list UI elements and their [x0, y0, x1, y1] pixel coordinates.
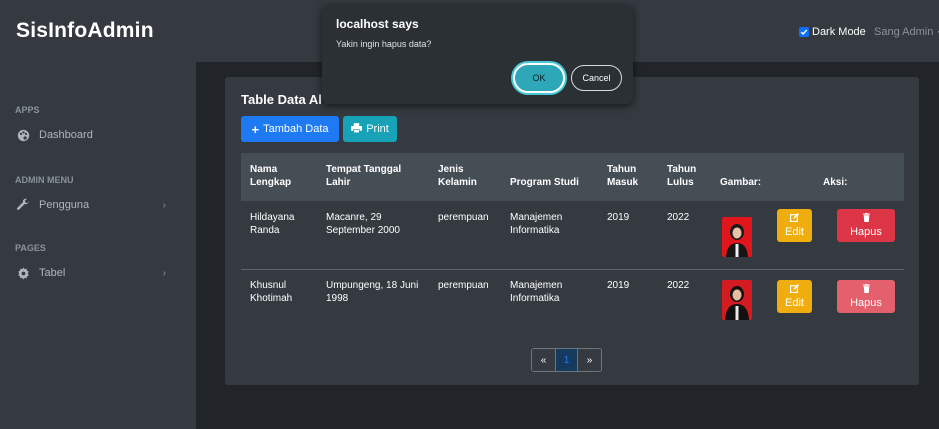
cell-ttl: Umpungeng, 18 Juni 1998 [326, 280, 419, 304]
checkbox-checked-icon[interactable] [799, 27, 809, 37]
header-masuk: Tahun Masuk [607, 164, 639, 188]
user-name: Sang Admin [874, 26, 934, 38]
header-aksi: Aksi: [823, 177, 848, 188]
edit-label: Edit [785, 225, 804, 238]
header-gambar: Gambar: [720, 177, 762, 188]
cell-prodi: Manajemen Informatika [510, 212, 563, 236]
brand-logo[interactable]: SisInfoAdmin [0, 0, 196, 62]
cell-masuk: 2019 [607, 212, 630, 223]
sidebar: SisInfoAdmin APPS Dashboard ADMIN MENU P… [0, 0, 196, 429]
printer-icon [351, 122, 363, 136]
sidebar-heading-admin-menu: ADMIN MENU [15, 175, 74, 185]
palette-icon [15, 128, 31, 142]
header-nama: Nama Lengkap [250, 164, 292, 188]
add-data-button[interactable]: + Tambah Data [241, 116, 339, 142]
sidebar-heading-apps: APPS [15, 105, 40, 115]
cell-ttl: Macanre, 29 September 2000 [326, 212, 400, 236]
cell-masuk: 2019 [607, 280, 630, 291]
pagination: « 1 » [531, 348, 602, 372]
print-label: Print [366, 123, 389, 135]
dialog-message: Yakin ingin hapus data? [336, 39, 432, 49]
header-prodi: Program Studi [510, 177, 579, 188]
student-photo [722, 217, 752, 257]
plus-icon: + [251, 121, 260, 137]
sidebar-item-label: Pengguna [39, 199, 90, 211]
delete-label: Hapus [850, 296, 882, 309]
data-card: Table Data Al + Tambah Data Print Nama L… [225, 77, 919, 385]
student-photo [722, 280, 752, 320]
cell-jk: perempuan [438, 280, 489, 291]
wrench-icon [15, 198, 31, 212]
print-button[interactable]: Print [343, 116, 397, 142]
sidebar-item-dashboard[interactable]: Dashboard [0, 122, 196, 148]
row-divider [241, 269, 904, 270]
edit-button[interactable]: Edit [777, 209, 812, 242]
table-header: Nama Lengkap Tempat Tanggal Lahir Jenis … [241, 153, 904, 201]
cell-jk: perempuan [438, 212, 489, 223]
add-data-label: Tambah Data [263, 123, 329, 135]
cell-lulus: 2022 [667, 212, 690, 223]
chevron-right-icon: › [162, 267, 166, 279]
chevron-right-icon: › [162, 199, 166, 211]
edit-label: Edit [785, 296, 804, 309]
sidebar-item-tabel[interactable]: Tabel › [0, 260, 196, 286]
last-page-button[interactable]: » [578, 349, 601, 371]
first-page-button[interactable]: « [532, 349, 555, 371]
delete-label: Hapus [850, 225, 882, 238]
dialog-title: localhost says [336, 17, 419, 31]
cell-nama: Hildayana Randa [250, 212, 295, 236]
user-menu[interactable]: Sang Admin ▼ [874, 26, 939, 38]
trash-icon [862, 283, 870, 297]
delete-button[interactable]: Hapus [837, 209, 895, 242]
cell-nama: Khusnul Khotimah [250, 280, 293, 304]
gear-icon [15, 266, 31, 280]
dialog-ok-button[interactable]: OK [513, 63, 565, 93]
header-ttl: Tempat Tanggal Lahir [326, 164, 402, 188]
cell-lulus: 2022 [667, 280, 690, 291]
cell-prodi: Manajemen Informatika [510, 280, 563, 304]
pencil-square-icon [790, 212, 799, 226]
dark-mode-toggle[interactable]: Dark Mode [799, 26, 866, 38]
dialog-cancel-button[interactable]: Cancel [571, 65, 622, 91]
page-1-button[interactable]: 1 [555, 349, 578, 371]
header-lulus: Tahun Lulus [667, 164, 697, 188]
delete-button[interactable]: Hapus [837, 280, 895, 313]
sidebar-item-pengguna[interactable]: Pengguna › [0, 192, 196, 218]
sidebar-item-label: Dashboard [39, 129, 93, 141]
card-title: Table Data Al [241, 92, 322, 107]
sidebar-heading-pages: PAGES [15, 243, 46, 253]
confirm-dialog: localhost says Yakin ingin hapus data? O… [322, 5, 633, 104]
trash-icon [862, 212, 870, 226]
sidebar-item-label: Tabel [39, 267, 66, 279]
header-jk: Jenis Kelamin [438, 164, 477, 188]
pencil-square-icon [790, 283, 799, 297]
edit-button[interactable]: Edit [777, 280, 812, 313]
dark-mode-label: Dark Mode [812, 26, 866, 38]
